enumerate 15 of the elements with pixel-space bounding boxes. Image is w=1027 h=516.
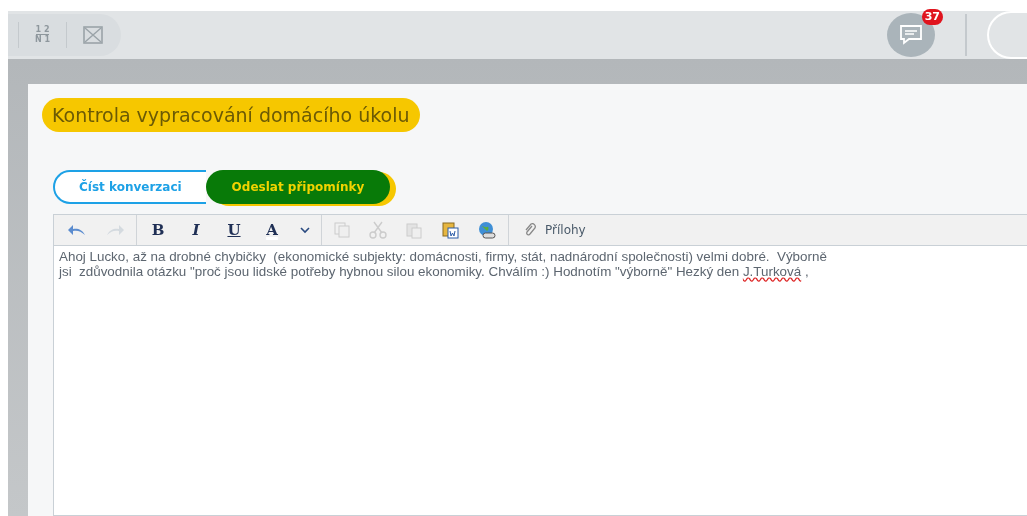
undo-icon[interactable] bbox=[67, 223, 87, 237]
paste-word-icon[interactable] bbox=[441, 221, 459, 239]
italic-button[interactable]: I bbox=[179, 221, 213, 239]
paperclip-icon bbox=[523, 223, 537, 237]
chat-icon bbox=[898, 23, 924, 46]
text-color-button[interactable]: A bbox=[255, 221, 289, 239]
close-box-icon[interactable] bbox=[83, 25, 104, 44]
underline-button[interactable]: U bbox=[217, 221, 251, 239]
bold-button[interactable]: B bbox=[141, 221, 175, 239]
message-text: Ahoj Lucko, až na drobné chybičky (ekonomické subjekty: domácnosti, firmy, stát, nadnárodní společnosti) velmi dobré. Výborně bbox=[59, 249, 828, 264]
attachments-button[interactable]: Přílohy bbox=[513, 223, 596, 237]
globe-link-icon[interactable] bbox=[477, 221, 497, 239]
message-text: jsi zdůvodnila otázku "proč jsou lidské potřeby hybnou silou ekonomiky. Chválím :) Hodnotím "výborně" Hezký den J.Turková , bbox=[59, 264, 810, 279]
caret-icon[interactable] bbox=[300, 226, 310, 234]
page-title: Kontrola vypracování domácího úkolu bbox=[42, 98, 420, 132]
